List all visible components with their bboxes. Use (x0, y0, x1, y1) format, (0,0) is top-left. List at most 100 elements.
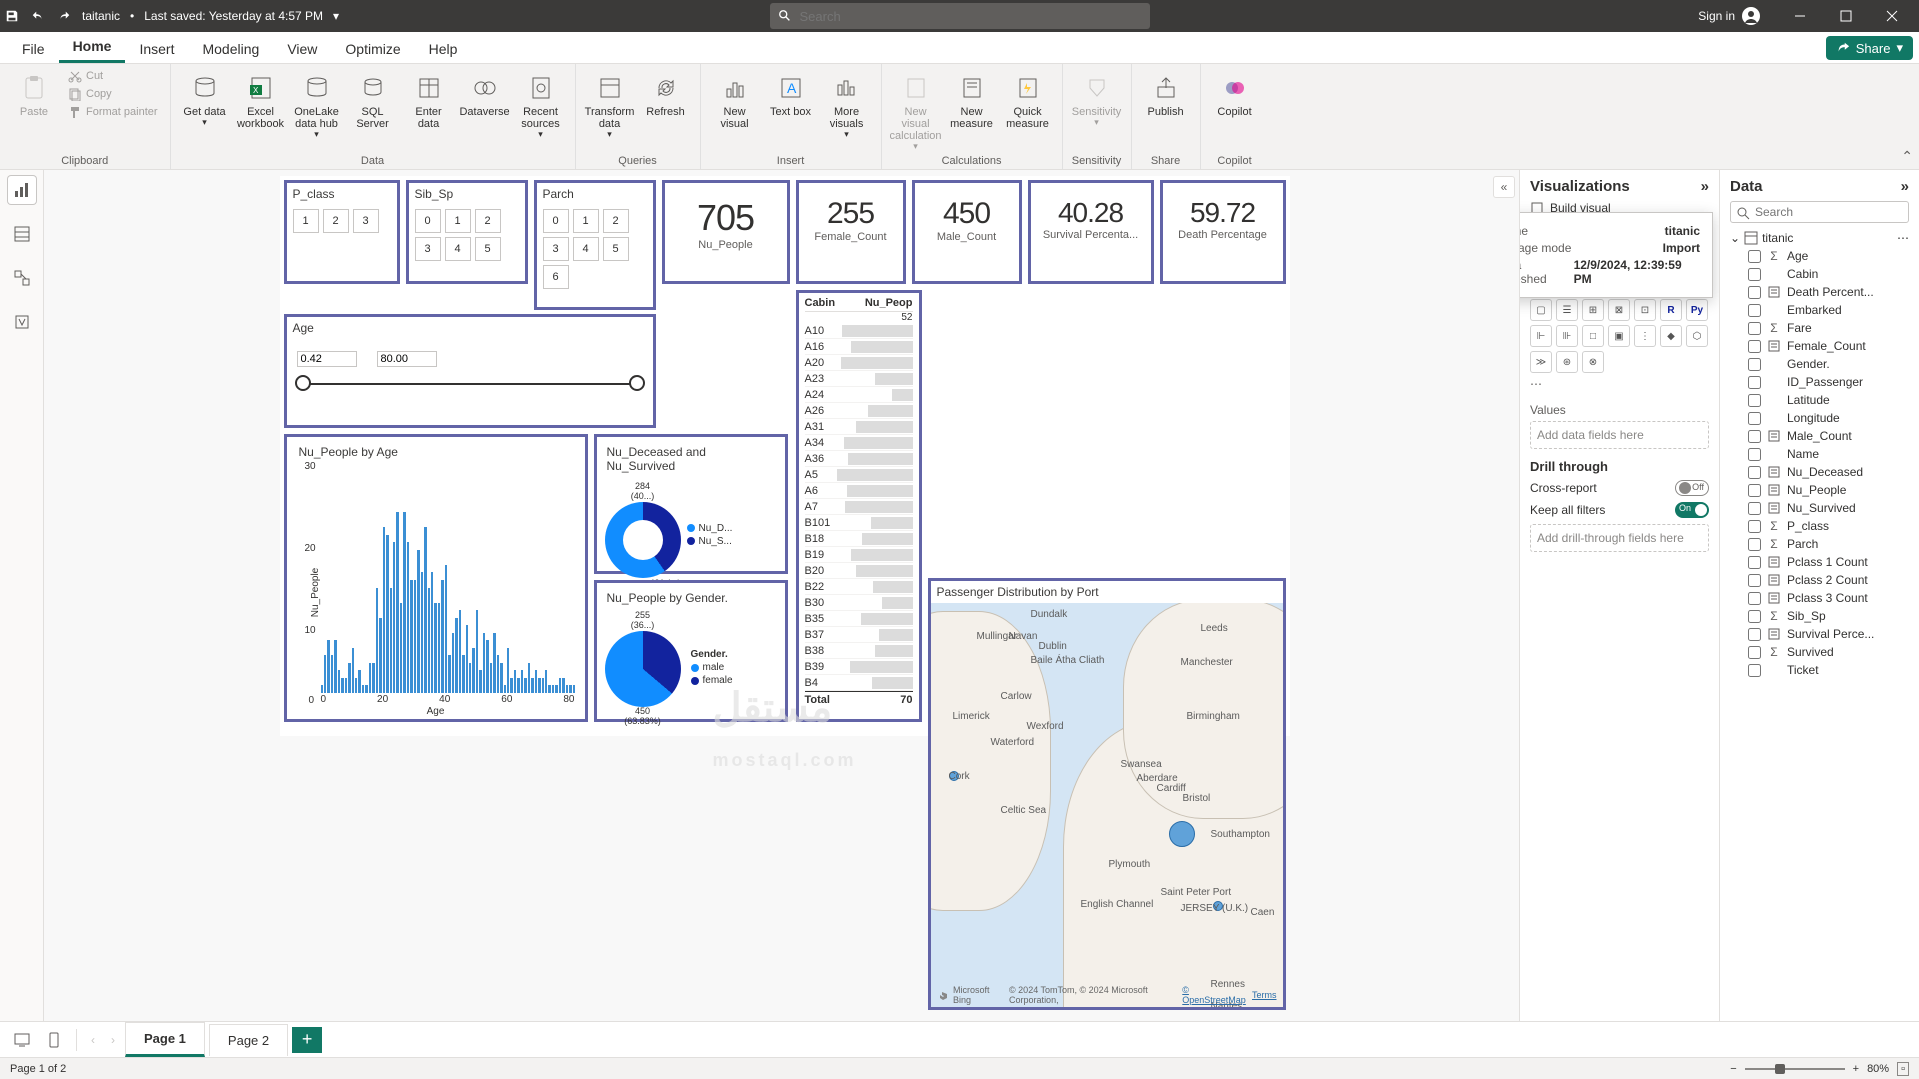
field-checkbox[interactable] (1748, 502, 1761, 515)
bar[interactable] (434, 603, 436, 693)
bar[interactable] (566, 685, 568, 693)
field-checkbox[interactable] (1748, 376, 1761, 389)
table-row[interactable]: A20 (805, 355, 913, 371)
bar[interactable] (462, 655, 464, 693)
field-row[interactable]: Embarked (1730, 301, 1909, 319)
table-row[interactable]: B18 (805, 531, 913, 547)
copy-button[interactable]: Copy (64, 86, 162, 102)
table-more-icon[interactable]: ⋯ (1897, 231, 1909, 245)
bar[interactable] (472, 648, 474, 693)
viz-type-button[interactable]: ≫ (1530, 351, 1552, 373)
field-checkbox[interactable] (1748, 484, 1761, 497)
table-row[interactable]: B22 (805, 579, 913, 595)
bar[interactable] (400, 603, 402, 693)
field-row[interactable]: Pclass 1 Count (1730, 553, 1909, 571)
maximize-button[interactable] (1823, 0, 1869, 32)
slicer-chip[interactable]: 5 (603, 237, 629, 261)
kpi-people[interactable]: 705 Nu_People (662, 180, 790, 284)
tab-view[interactable]: View (273, 35, 331, 63)
viz-type-button[interactable]: ⊞ (1582, 299, 1604, 321)
field-row[interactable]: ΣAge (1730, 247, 1909, 265)
bar[interactable] (548, 685, 550, 693)
bar[interactable] (341, 678, 343, 693)
slicer-chip[interactable]: 3 (415, 237, 441, 261)
field-checkbox[interactable] (1748, 466, 1761, 479)
bar[interactable] (383, 527, 385, 693)
tab-help[interactable]: Help (415, 35, 472, 63)
tab-insert[interactable]: Insert (125, 35, 188, 63)
age-thumb-min[interactable] (295, 375, 311, 391)
field-row[interactable]: Nu_Deceased (1730, 463, 1909, 481)
bar[interactable] (421, 572, 423, 693)
table-row[interactable]: A6 (805, 483, 913, 499)
bar[interactable] (410, 580, 412, 693)
field-checkbox[interactable] (1748, 610, 1761, 623)
viz-type-button[interactable]: ▣ (1608, 325, 1630, 347)
bar[interactable] (521, 670, 523, 693)
field-row[interactable]: Nu_People (1730, 481, 1909, 499)
bar[interactable] (445, 565, 447, 693)
bar[interactable] (552, 685, 554, 693)
bar[interactable] (403, 512, 405, 693)
viz-type-button[interactable]: Py (1686, 299, 1708, 321)
slicer-chip[interactable]: 2 (603, 209, 629, 233)
viz-type-button[interactable]: ⬡ (1686, 325, 1708, 347)
table-row[interactable]: B35 (805, 611, 913, 627)
get-data-button[interactable]: Get data▾ (179, 68, 231, 132)
bar[interactable] (441, 580, 443, 693)
cabin-table[interactable]: CabinNu_Peop 52 A10A16A20A23A24A26A31A34… (796, 290, 922, 722)
bar[interactable] (535, 670, 537, 693)
bar[interactable] (483, 633, 485, 693)
viz-type-button[interactable]: ☰ (1556, 299, 1578, 321)
bar[interactable] (569, 685, 571, 693)
chevron-down-icon[interactable]: ▾ (333, 9, 339, 23)
bar[interactable] (352, 648, 354, 693)
bar[interactable] (365, 685, 367, 693)
dataverse-button[interactable]: Dataverse (459, 68, 511, 122)
viz-type-button[interactable]: ⊠ (1608, 299, 1630, 321)
cut-button[interactable]: Cut (64, 68, 162, 84)
bar[interactable] (545, 670, 547, 693)
collapse-ribbon-button[interactable]: ⌃ (1901, 148, 1913, 165)
share-button[interactable]: Share ▾ (1826, 36, 1913, 60)
bar[interactable] (476, 610, 478, 693)
viz-type-button[interactable]: ⊗ (1582, 351, 1604, 373)
model-view-button[interactable] (8, 264, 36, 292)
map-credits-terms[interactable]: Terms (1252, 990, 1277, 1000)
field-checkbox[interactable] (1748, 448, 1761, 461)
slicer-chip[interactable]: 1 (573, 209, 599, 233)
table-row[interactable]: B19 (805, 547, 913, 563)
field-checkbox[interactable] (1748, 538, 1761, 551)
slicer-sibsp[interactable]: Sib_Sp 012345 (406, 180, 528, 284)
field-row[interactable]: Longitude (1730, 409, 1909, 427)
new-measure-button[interactable]: New measure (946, 68, 998, 134)
field-checkbox[interactable] (1748, 628, 1761, 641)
bar[interactable] (542, 678, 544, 693)
bar[interactable] (414, 580, 416, 693)
field-checkbox[interactable] (1748, 340, 1761, 353)
table-row[interactable]: A5 (805, 467, 913, 483)
drill-well[interactable]: Add drill-through fields here (1530, 524, 1709, 552)
bar[interactable] (396, 512, 398, 693)
keep-filters-toggle[interactable]: On (1675, 502, 1709, 518)
bar[interactable] (573, 685, 575, 693)
field-checkbox[interactable] (1748, 574, 1761, 587)
save-icon[interactable] (4, 8, 20, 24)
close-button[interactable] (1869, 0, 1915, 32)
kpi-male[interactable]: 450 Male_Count (912, 180, 1022, 284)
slicer-chip[interactable]: 3 (543, 237, 569, 261)
add-page-button[interactable]: + (292, 1027, 322, 1053)
onelake-button[interactable]: OneLake data hub▾ (291, 68, 343, 144)
viz-type-button[interactable]: ⊛ (1556, 351, 1578, 373)
bar[interactable] (369, 663, 371, 693)
bar[interactable] (438, 603, 440, 693)
field-checkbox[interactable] (1748, 322, 1761, 335)
kpi-female[interactable]: 255 Female_Count (796, 180, 906, 284)
age-max-input[interactable] (377, 351, 437, 367)
field-row[interactable]: ΣParch (1730, 535, 1909, 553)
table-titanic[interactable]: ⌄ titanic ⋯ (1730, 229, 1909, 247)
slicer-chip[interactable]: 2 (475, 209, 501, 233)
bar[interactable] (372, 663, 374, 693)
bar[interactable] (407, 542, 409, 693)
bar[interactable] (386, 535, 388, 693)
